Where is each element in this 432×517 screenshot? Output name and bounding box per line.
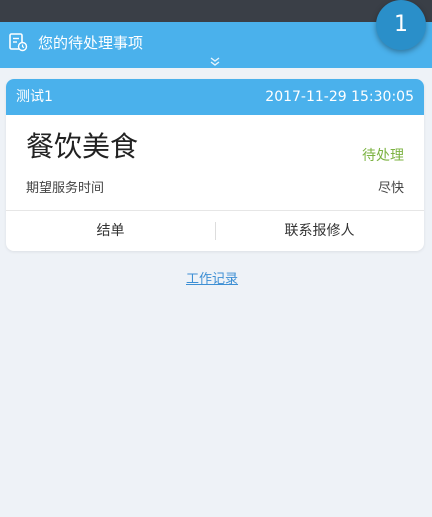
status-label: 待处理 [362, 148, 404, 164]
work-log-link[interactable]: 工作记录 [186, 271, 238, 289]
expected-time-label: 期望服务时间 [26, 181, 105, 196]
expected-time-value: 尽快 [377, 181, 404, 196]
header-title: 您的待处理事项 [38, 34, 144, 52]
service-category: 餐饮美食 [26, 130, 139, 163]
request-timestamp: 2017-11-29 15:30:05 [265, 89, 414, 105]
close-order-button[interactable]: 结单 [6, 211, 215, 251]
card-header: 测试1 2017-11-29 15:30:05 [6, 79, 424, 115]
requester-name: 测试1 [16, 89, 53, 105]
task-card[interactable]: 测试1 2017-11-29 15:30:05 餐饮美食 待处理 期望服务时间 … [6, 79, 424, 251]
contact-reporter-button[interactable]: 联系报修人 [215, 211, 424, 251]
task-list-icon [8, 32, 28, 52]
pending-header[interactable]: 您的待处理事项 [0, 22, 432, 68]
chevron-double-down-icon[interactable] [208, 53, 222, 66]
pending-count-badge[interactable]: 1 [376, 0, 426, 50]
status-bar [0, 0, 432, 22]
